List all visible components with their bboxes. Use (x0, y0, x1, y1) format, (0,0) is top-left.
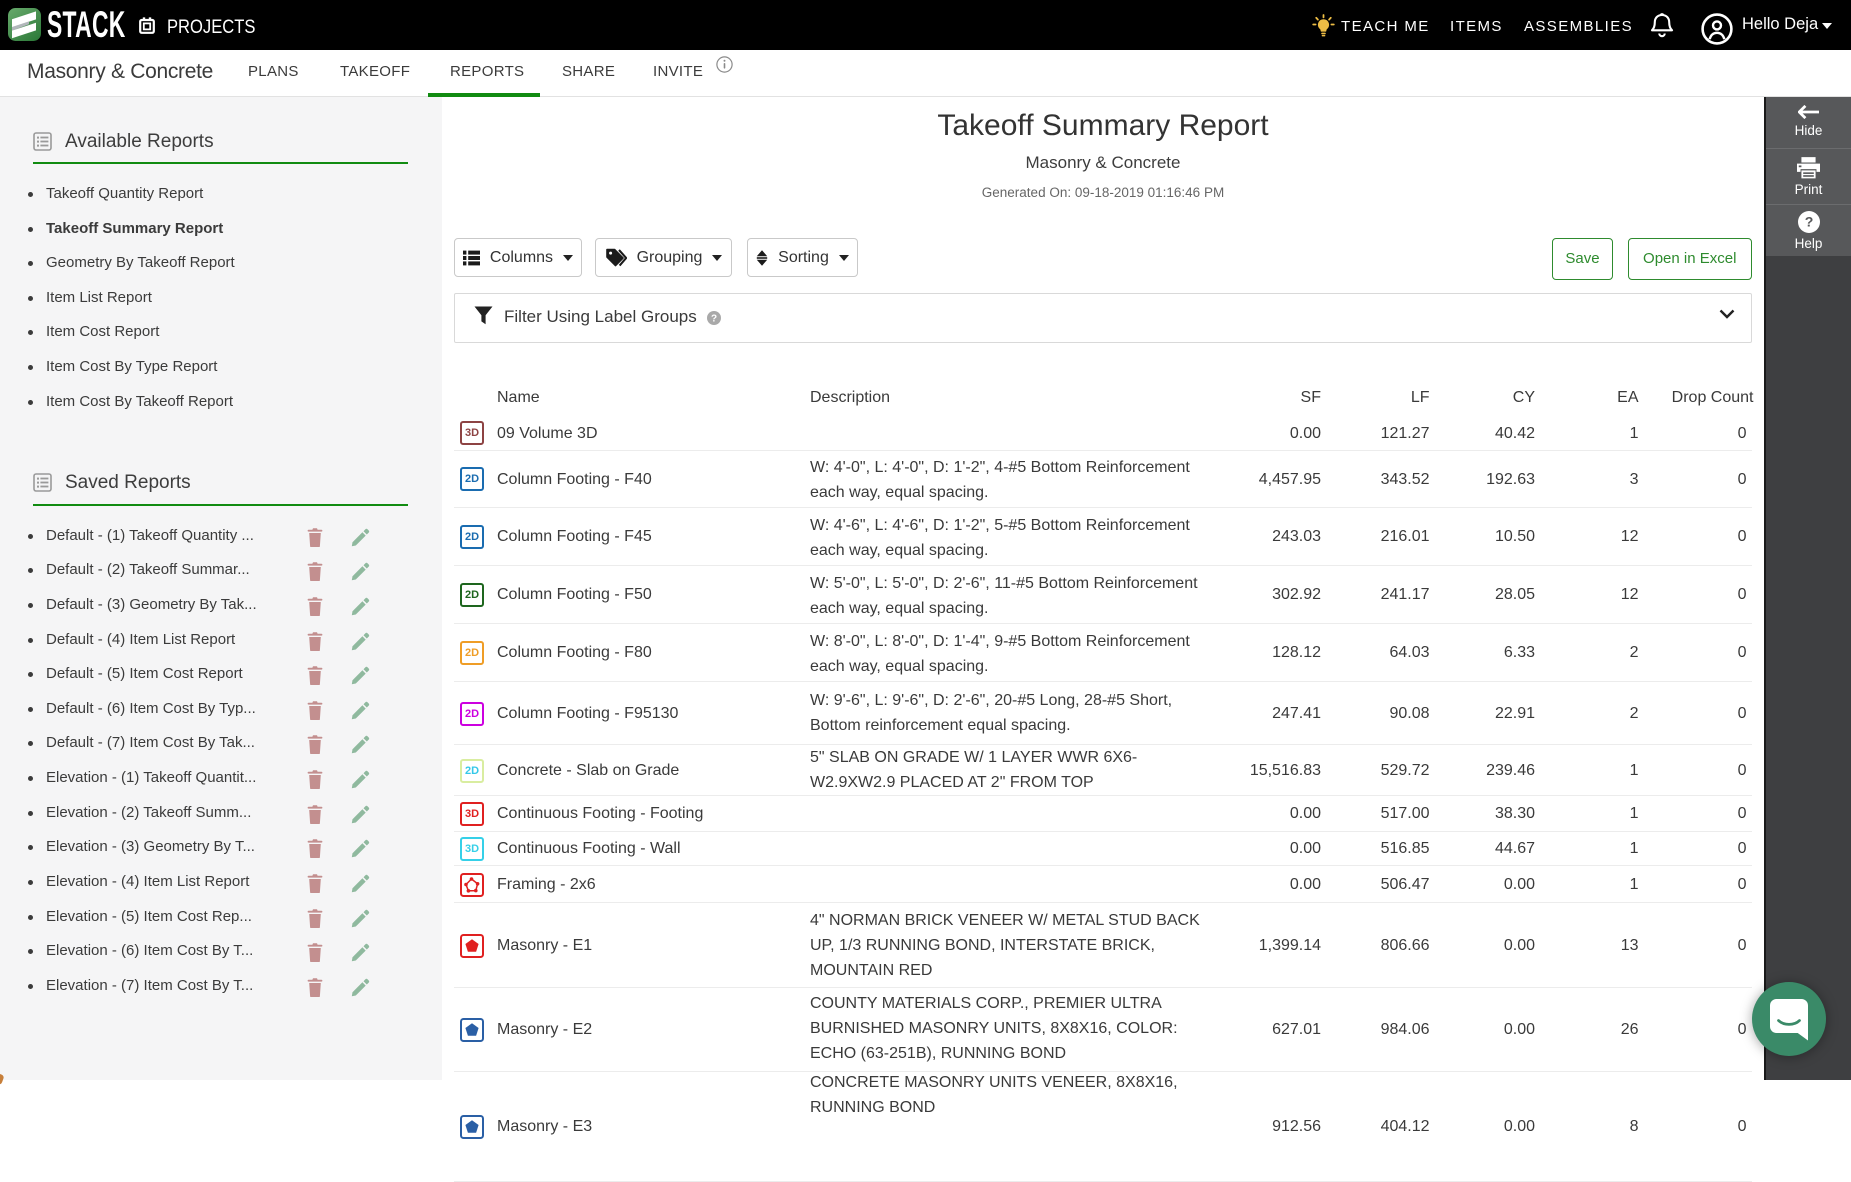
svg-text:?: ? (711, 313, 717, 324)
svg-text:?: ? (1804, 214, 1813, 230)
